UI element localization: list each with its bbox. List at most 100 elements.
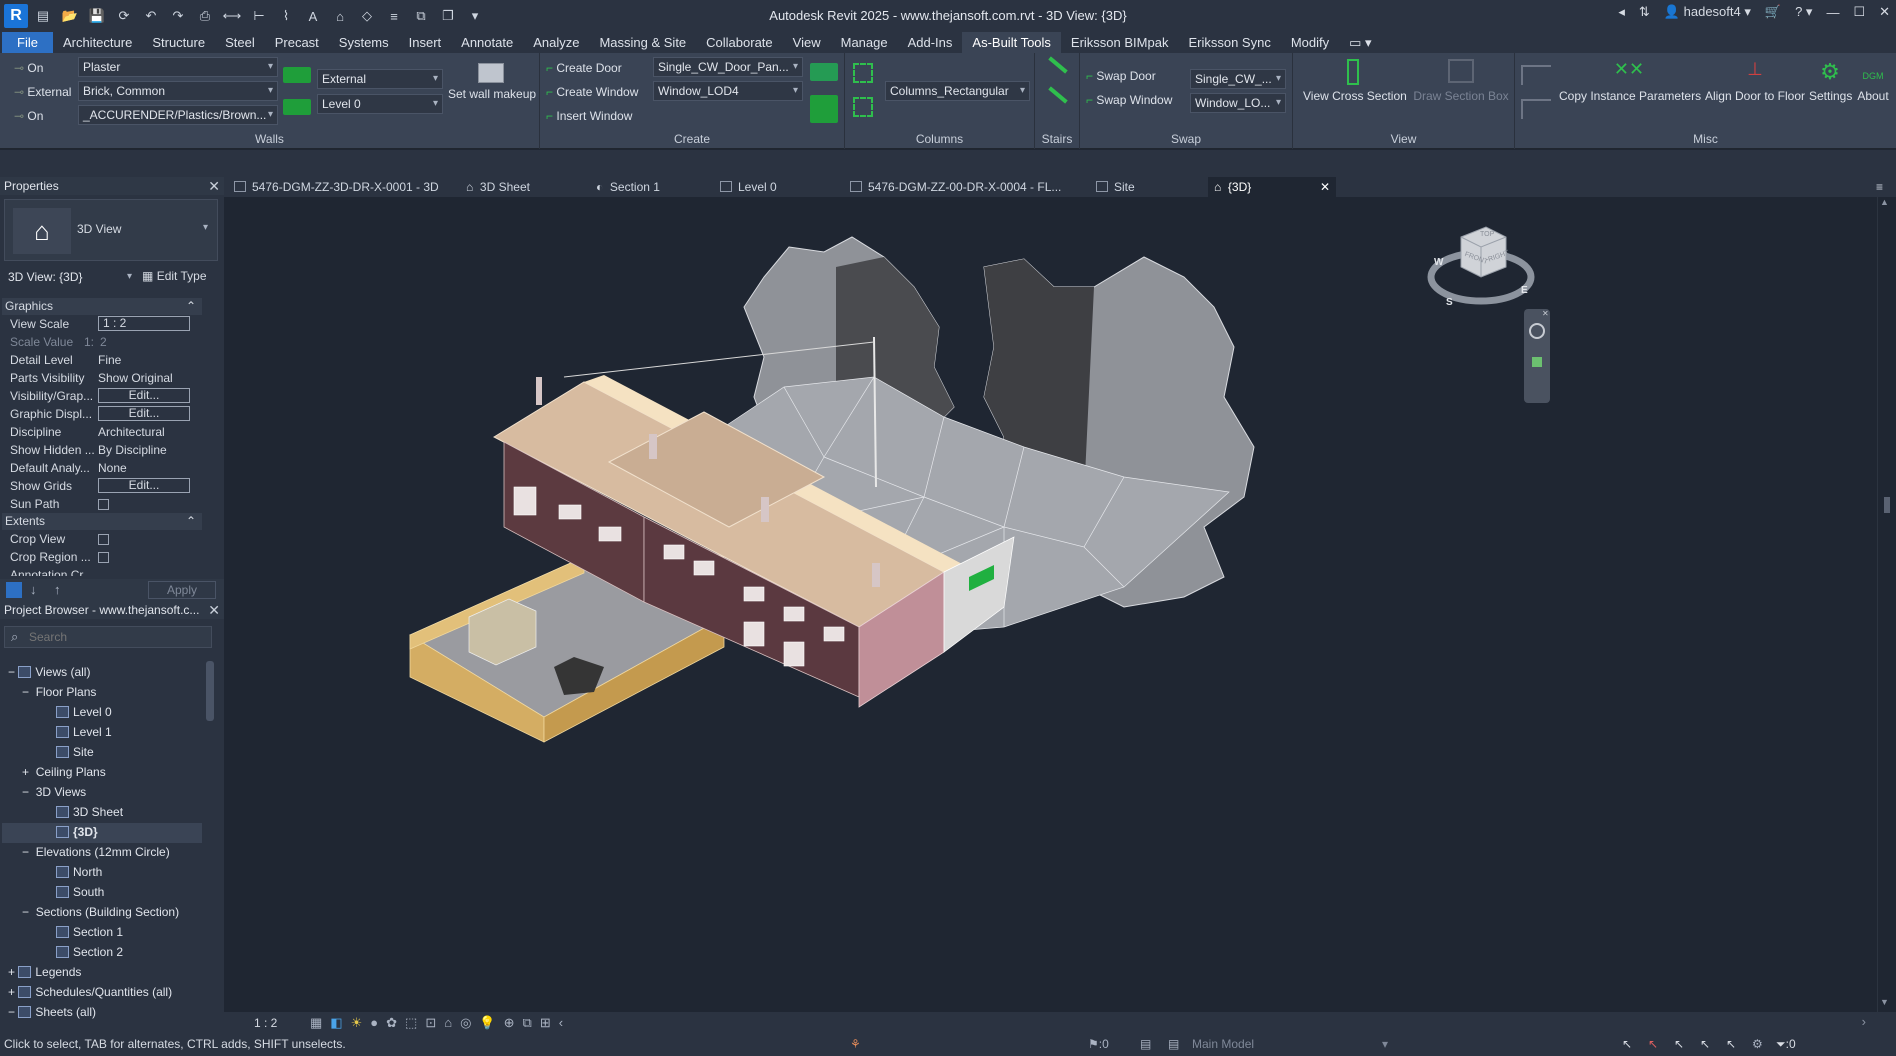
redo-icon[interactable]: ↷ — [166, 4, 190, 28]
undo-icon[interactable]: ↶ — [139, 4, 163, 28]
tab-overflow-icon[interactable]: ≡ — [1876, 177, 1883, 197]
show-crop-icon[interactable]: ⊡ — [425, 1015, 436, 1031]
revit-logo-icon[interactable]: R — [4, 4, 28, 28]
set-wall-makeup-button[interactable]: Set wall makeup — [448, 63, 536, 101]
draw-section-box-button[interactable]: Draw Section Box — [1413, 59, 1509, 103]
close-icon[interactable]: ✕ — [1879, 4, 1890, 20]
filter-icon[interactable]: ⏷:0 — [1776, 1033, 1796, 1056]
sync-icon[interactable]: ⟳ — [112, 4, 136, 28]
tree-item-schedules[interactable]: + Schedules/Quantities (all) — [8, 985, 172, 999]
view-scale-control[interactable]: 1 : 2 — [254, 1016, 294, 1030]
visual-style-icon[interactable]: ◧ — [330, 1015, 342, 1031]
view-tab-floor-drawing[interactable]: 5476-DGM-ZZ-00-DR-X-0004 - FL... — [844, 177, 1071, 197]
minimize-icon[interactable]: — — [1826, 5, 1839, 20]
browser-scrollbar[interactable] — [206, 661, 214, 721]
print-icon[interactable]: ⎙ — [193, 4, 217, 28]
help-icon[interactable]: ? ▾ — [1795, 4, 1812, 20]
open-icon[interactable]: 📂 — [58, 4, 82, 28]
settings-button[interactable]: ⚙ Settings — [1809, 59, 1852, 103]
cart-icon[interactable]: 🛒 — [1765, 4, 1781, 20]
tree-item-3d-default[interactable]: {3D} — [56, 825, 98, 839]
scroll-thumb[interactable] — [1884, 497, 1890, 513]
tab-manage[interactable]: Manage — [831, 32, 898, 53]
finish-material-combo[interactable]: Plaster — [78, 57, 278, 77]
tab-eriksson-bimpak[interactable]: Eriksson BIMpak — [1061, 32, 1179, 53]
worksharing-icon[interactable]: ⊕ — [504, 1015, 515, 1031]
tree-item-sheets[interactable]: − Sheets (all) — [8, 1005, 96, 1019]
tab-annotate[interactable]: Annotate — [451, 32, 523, 53]
tag-icon[interactable]: ⌇ — [274, 4, 298, 28]
column-family-combo[interactable]: Columns_Rectangular — [885, 81, 1030, 101]
wall-toggle-1[interactable]: ⊸ On — [14, 61, 43, 75]
close-properties-icon[interactable]: ✕ — [208, 177, 220, 195]
scroll-left-icon[interactable]: ‹ — [559, 1015, 563, 1030]
drag-elements-icon[interactable]: ↖ — [1726, 1033, 1736, 1056]
tab-systems[interactable]: Systems — [329, 32, 399, 53]
graphics-section-header[interactable]: Graphics ⌃ — [2, 298, 202, 315]
close-tab-icon[interactable]: ✕ — [1320, 177, 1330, 197]
view-tab-3d-drawing[interactable]: 5476-DGM-ZZ-3D-DR-X-0001 - 3D — [228, 177, 449, 197]
show-grids-edit-button[interactable]: Edit... — [98, 478, 190, 493]
tree-item-level-1[interactable]: Level 1 — [56, 725, 112, 739]
tree-item-site[interactable]: Site — [56, 745, 94, 759]
worksets-count[interactable]: ⚑:0 — [1088, 1033, 1109, 1056]
swap-window-combo[interactable]: Window_LO... — [1190, 93, 1286, 113]
tree-item-3d-views[interactable]: − 3D Views — [22, 785, 86, 799]
dimension-icon[interactable]: ⊢ — [247, 4, 271, 28]
sun-path-checkbox[interactable] — [98, 499, 109, 510]
tab-add-ins[interactable]: Add-Ins — [898, 32, 963, 53]
parts-visibility-value[interactable]: Show Original — [98, 369, 190, 387]
steering-wheel-icon[interactable] — [1529, 323, 1545, 339]
create-door-button[interactable]: ⌐ Create Door — [546, 61, 622, 75]
tab-architecture[interactable]: Architecture — [53, 32, 142, 53]
render-material-combo[interactable]: _ACCURENDER/Plastics/Brown... — [78, 105, 278, 125]
tab-insert[interactable]: Insert — [399, 32, 452, 53]
select-by-face-icon[interactable]: ↖ — [1700, 1033, 1710, 1056]
close-hidden-icon[interactable]: ⧉ — [409, 4, 433, 28]
discipline-value[interactable]: Architectural — [98, 423, 190, 441]
compass-south[interactable]: S — [1446, 297, 1453, 308]
share-icon[interactable]: ⇅ — [1639, 4, 1650, 20]
default-analysis-value[interactable]: None — [98, 459, 190, 477]
swap-door-combo[interactable]: Single_CW_... — [1190, 69, 1286, 89]
tree-item-ceiling-plans[interactable]: + Ceiling Plans — [22, 765, 106, 779]
tab-steel[interactable]: Steel — [215, 32, 265, 53]
user-account[interactable]: 👤 hadesoft4 ▾ — [1664, 4, 1751, 20]
tab-view[interactable]: View — [783, 32, 831, 53]
crop-view-checkbox[interactable] — [98, 534, 109, 545]
ribbon-options-icon[interactable]: ▭ ▾ — [1339, 32, 1381, 53]
temp-hide-icon[interactable]: ◎ — [460, 1015, 471, 1031]
horizontal-scrollbar[interactable]: › — [684, 1012, 1896, 1033]
view-tab-section-1[interactable]: ◐ Section 1 — [590, 177, 670, 197]
render-icon[interactable]: ✿ — [386, 1015, 397, 1031]
tab-analyze[interactable]: Analyze — [523, 32, 589, 53]
compass-west[interactable]: W — [1434, 257, 1443, 268]
view-cross-section-button[interactable]: View Cross Section — [1303, 59, 1407, 103]
wall-side-combo[interactable]: External — [317, 69, 443, 89]
tab-massing-site[interactable]: Massing & Site — [589, 32, 696, 53]
wall-type-icon-1[interactable] — [283, 67, 311, 83]
browser-search[interactable]: ⌕ — [4, 626, 212, 648]
door-swing-icon[interactable] — [810, 63, 838, 81]
reveal-hidden-icon[interactable]: 💡 — [479, 1015, 495, 1031]
tree-item-south[interactable]: South — [56, 885, 104, 899]
align-door-to-floor-button[interactable]: ⊥ Align Door to Floor — [1703, 59, 1807, 103]
viewcube-top-face[interactable]: TOP — [1480, 231, 1494, 238]
graphic-display-edit-button[interactable]: Edit... — [98, 406, 190, 421]
scroll-down-icon[interactable]: ▼ — [1880, 997, 1889, 1007]
switch-windows-icon[interactable]: ❐ — [436, 4, 460, 28]
tree-item-section-1[interactable]: Section 1 — [56, 925, 123, 939]
misc-tool-icon-1[interactable] — [1521, 65, 1551, 85]
default-3d-view-icon[interactable]: ⌂ — [328, 4, 352, 28]
crop-region-checkbox[interactable] — [98, 552, 109, 563]
crop-view-icon[interactable]: ⬚ — [405, 1015, 417, 1031]
sort-asc-icon[interactable]: ↓ — [30, 582, 37, 597]
design-options-icon[interactable]: ▤ — [1140, 1033, 1151, 1056]
tab-eriksson-sync[interactable]: Eriksson Sync — [1178, 32, 1280, 53]
analytical-model-icon[interactable]: ⧉ — [523, 1015, 532, 1031]
back-arrow-icon[interactable]: ◂ — [1618, 4, 1625, 20]
tree-item-floor-plans[interactable]: − Floor Plans — [22, 685, 96, 699]
save-icon[interactable]: 💾 — [85, 4, 109, 28]
detail-level-value[interactable]: Fine — [98, 351, 190, 369]
stair-run-icon[interactable] — [1048, 56, 1068, 74]
